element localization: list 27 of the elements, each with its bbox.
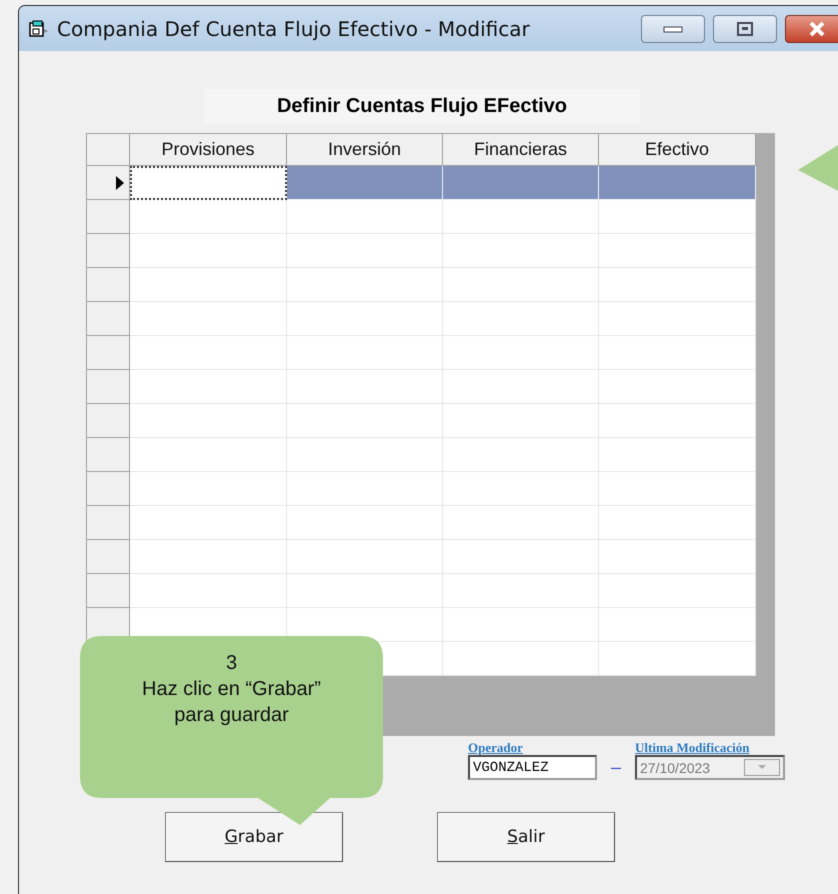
current-row-icon (116, 176, 124, 190)
operator-field[interactable]: VGONZALEZ (468, 755, 597, 780)
minimize-icon (663, 24, 683, 32)
operator-label: Operador (468, 741, 524, 755)
last-modified-label: Ultima Modificación (635, 741, 750, 755)
step-number: 3 (226, 651, 238, 676)
minimize-button[interactable] (641, 14, 705, 42)
exit-button[interactable]: Salir (437, 812, 615, 862)
close-button[interactable] (785, 14, 838, 42)
save-button[interactable]: Grabar (165, 812, 343, 862)
app-icon (29, 20, 49, 38)
column-header[interactable]: Provisiones (130, 133, 287, 166)
separator-dash: – (610, 757, 622, 779)
close-icon (808, 20, 826, 36)
form-heading: Definir Cuentas Flujo EFectivo (204, 89, 640, 124)
column-header[interactable]: Inversión (287, 133, 443, 166)
corner-header (86, 133, 130, 166)
maximize-icon (736, 22, 754, 36)
column-header[interactable]: Financieras (443, 133, 599, 166)
caret-icon (758, 765, 766, 770)
column-header[interactable]: Efectivo (599, 133, 756, 166)
window-title: Compania Def Cuenta Flujo Efectivo - Modificar (57, 16, 530, 40)
date-value: 27/10/2023 (640, 760, 710, 776)
row-header[interactable] (86, 166, 130, 200)
callout-text: Haz clic en “Grabar” para guardar (142, 677, 321, 728)
grid-cell[interactable] (130, 166, 287, 200)
maximize-button[interactable] (713, 14, 777, 42)
